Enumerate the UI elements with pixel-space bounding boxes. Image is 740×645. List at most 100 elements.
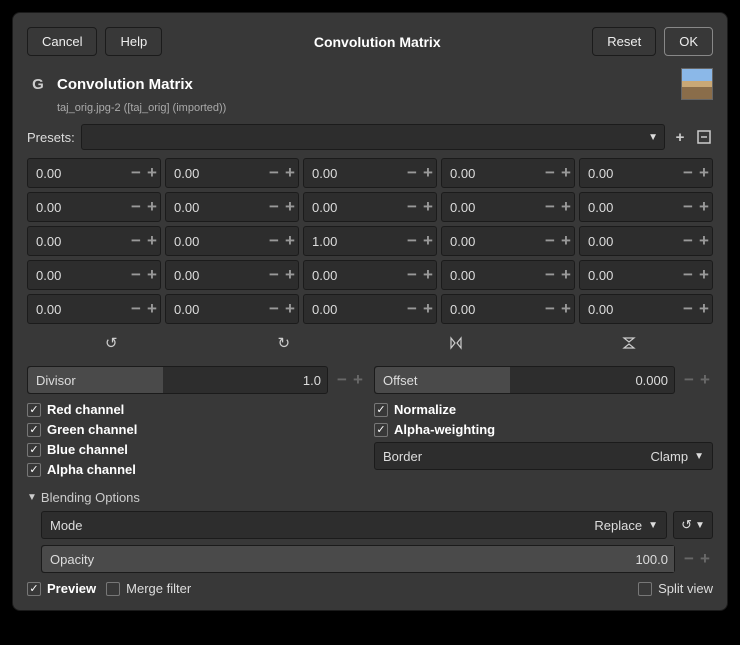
decrement-icon[interactable]: − xyxy=(128,227,144,255)
increment-icon[interactable]: + xyxy=(282,261,298,289)
decrement-icon[interactable]: − xyxy=(680,159,696,187)
increment-icon[interactable]: + xyxy=(144,295,160,323)
matrix-cell-3-3[interactable]: 0.00−+ xyxy=(441,260,575,290)
increment-icon[interactable]: + xyxy=(558,159,574,187)
decrement-icon[interactable]: − xyxy=(404,159,420,187)
increment-icon[interactable]: + xyxy=(558,227,574,255)
decrement-icon[interactable]: − xyxy=(404,261,420,289)
add-preset-icon[interactable]: + xyxy=(671,128,689,146)
matrix-cell-3-2[interactable]: 0.00−+ xyxy=(303,260,437,290)
flip-horizontal-icon[interactable] xyxy=(372,330,541,356)
decrement-icon[interactable]: − xyxy=(128,159,144,187)
decrement-icon[interactable]: − xyxy=(266,159,282,187)
increment-icon[interactable]: + xyxy=(282,159,298,187)
matrix-cell-0-2[interactable]: 0.00−+ xyxy=(303,158,437,188)
rotate-left-icon[interactable]: ↺ xyxy=(27,330,196,356)
increment-icon[interactable]: + xyxy=(420,159,436,187)
decrement-icon[interactable]: − xyxy=(128,193,144,221)
matrix-cell-1-2[interactable]: 0.00−+ xyxy=(303,192,437,222)
matrix-cell-4-2[interactable]: 0.00−+ xyxy=(303,294,437,324)
help-button[interactable]: Help xyxy=(105,27,162,56)
opacity-increment[interactable]: + xyxy=(697,549,713,569)
increment-icon[interactable]: + xyxy=(282,295,298,323)
matrix-cell-4-1[interactable]: 0.00−+ xyxy=(165,294,299,324)
matrix-cell-4-4[interactable]: 0.00−+ xyxy=(579,294,713,324)
image-thumbnail[interactable] xyxy=(681,68,713,100)
matrix-cell-3-0[interactable]: 0.00−+ xyxy=(27,260,161,290)
ok-button[interactable]: OK xyxy=(664,27,713,56)
increment-icon[interactable]: + xyxy=(282,227,298,255)
decrement-icon[interactable]: − xyxy=(542,227,558,255)
matrix-cell-2-4[interactable]: 0.00−+ xyxy=(579,226,713,256)
decrement-icon[interactable]: − xyxy=(680,193,696,221)
decrement-icon[interactable]: − xyxy=(680,227,696,255)
matrix-cell-2-1[interactable]: 0.00−+ xyxy=(165,226,299,256)
reset-button[interactable]: Reset xyxy=(592,27,656,56)
preview-checkbox[interactable]: Preview xyxy=(27,581,96,596)
increment-icon[interactable]: + xyxy=(144,193,160,221)
increment-icon[interactable]: + xyxy=(558,295,574,323)
matrix-cell-1-1[interactable]: 0.00−+ xyxy=(165,192,299,222)
offset-decrement[interactable]: − xyxy=(681,370,697,390)
matrix-cell-0-3[interactable]: 0.00−+ xyxy=(441,158,575,188)
matrix-cell-2-2[interactable]: 1.00−+ xyxy=(303,226,437,256)
increment-icon[interactable]: + xyxy=(420,227,436,255)
increment-icon[interactable]: + xyxy=(558,193,574,221)
increment-icon[interactable]: + xyxy=(144,159,160,187)
normalize-checkbox[interactable]: Normalize xyxy=(374,402,713,417)
rotate-right-icon[interactable]: ↻ xyxy=(200,330,369,356)
border-dropdown[interactable]: Border Clamp▼ xyxy=(374,442,713,470)
decrement-icon[interactable]: − xyxy=(680,295,696,323)
increment-icon[interactable]: + xyxy=(144,227,160,255)
matrix-cell-3-1[interactable]: 0.00−+ xyxy=(165,260,299,290)
decrement-icon[interactable]: − xyxy=(128,295,144,323)
decrement-icon[interactable]: − xyxy=(128,261,144,289)
offset-input[interactable]: Offset 0.000 xyxy=(374,366,675,394)
decrement-icon[interactable]: − xyxy=(266,193,282,221)
matrix-cell-1-4[interactable]: 0.00−+ xyxy=(579,192,713,222)
increment-icon[interactable]: + xyxy=(558,261,574,289)
matrix-cell-0-4[interactable]: 0.00−+ xyxy=(579,158,713,188)
increment-icon[interactable]: + xyxy=(420,193,436,221)
matrix-cell-2-0[interactable]: 0.00−+ xyxy=(27,226,161,256)
decrement-icon[interactable]: − xyxy=(404,227,420,255)
mode-switch-button[interactable]: ↺▼ xyxy=(673,511,713,539)
mode-dropdown[interactable]: Mode Replace▼ xyxy=(41,511,667,539)
decrement-icon[interactable]: − xyxy=(266,227,282,255)
increment-icon[interactable]: + xyxy=(420,295,436,323)
manage-preset-icon[interactable] xyxy=(695,128,713,146)
flip-vertical-icon[interactable] xyxy=(545,330,714,356)
decrement-icon[interactable]: − xyxy=(542,261,558,289)
matrix-cell-2-3[interactable]: 0.00−+ xyxy=(441,226,575,256)
blending-options-header[interactable]: ▼Blending Options xyxy=(27,490,713,505)
alpha-channel-checkbox[interactable]: Alpha channel xyxy=(27,462,366,477)
matrix-cell-0-0[interactable]: 0.00−+ xyxy=(27,158,161,188)
decrement-icon[interactable]: − xyxy=(542,159,558,187)
blue-channel-checkbox[interactable]: Blue channel xyxy=(27,442,366,457)
alpha-weighting-checkbox[interactable]: Alpha-weighting xyxy=(374,422,713,437)
decrement-icon[interactable]: − xyxy=(266,261,282,289)
decrement-icon[interactable]: − xyxy=(680,261,696,289)
decrement-icon[interactable]: − xyxy=(404,295,420,323)
red-channel-checkbox[interactable]: Red channel xyxy=(27,402,366,417)
cancel-button[interactable]: Cancel xyxy=(27,27,97,56)
presets-dropdown[interactable]: ▼ xyxy=(81,124,665,150)
increment-icon[interactable]: + xyxy=(696,261,712,289)
increment-icon[interactable]: + xyxy=(696,159,712,187)
split-view-checkbox[interactable]: Split view xyxy=(638,581,713,596)
decrement-icon[interactable]: − xyxy=(542,295,558,323)
increment-icon[interactable]: + xyxy=(144,261,160,289)
decrement-icon[interactable]: − xyxy=(266,295,282,323)
increment-icon[interactable]: + xyxy=(282,193,298,221)
offset-increment[interactable]: + xyxy=(697,370,713,390)
matrix-cell-4-3[interactable]: 0.00−+ xyxy=(441,294,575,324)
opacity-decrement[interactable]: − xyxy=(681,549,697,569)
matrix-cell-1-0[interactable]: 0.00−+ xyxy=(27,192,161,222)
increment-icon[interactable]: + xyxy=(696,295,712,323)
matrix-cell-4-0[interactable]: 0.00−+ xyxy=(27,294,161,324)
green-channel-checkbox[interactable]: Green channel xyxy=(27,422,366,437)
merge-filter-checkbox[interactable]: Merge filter xyxy=(106,581,191,596)
matrix-cell-3-4[interactable]: 0.00−+ xyxy=(579,260,713,290)
divisor-decrement[interactable]: − xyxy=(334,370,350,390)
opacity-input[interactable]: Opacity 100.0 xyxy=(41,545,675,573)
